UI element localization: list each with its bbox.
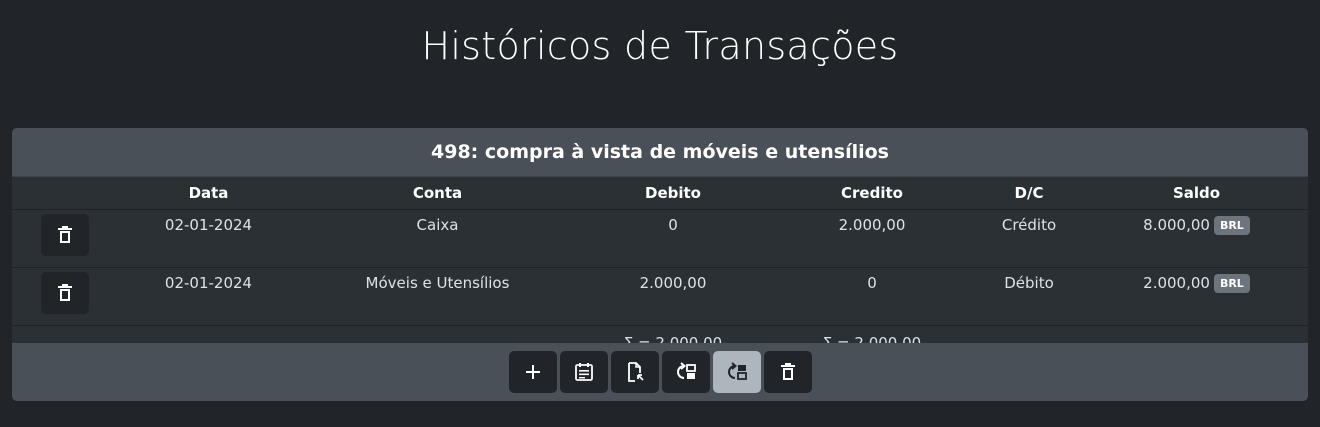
cell-conta: Caixa xyxy=(300,209,575,268)
currency-badge: BRL xyxy=(1213,216,1250,235)
export-file-button[interactable] xyxy=(610,351,659,393)
swap-left-button[interactable] xyxy=(661,351,710,393)
cell-conta: Móveis e Utensílios xyxy=(300,267,575,326)
trash-icon xyxy=(780,363,795,380)
cell-dc: Débito xyxy=(973,267,1085,326)
card-footer-toolbar xyxy=(12,343,1308,401)
card-header: 498: compra à vista de móveis e utensíli… xyxy=(12,128,1308,177)
file-export-icon xyxy=(627,362,644,382)
transactions-table: Data Conta Debito Credito D/C Saldo 02-0… xyxy=(12,177,1308,361)
cell-debito: 2.000,00 xyxy=(575,267,771,326)
trash-icon xyxy=(57,226,72,243)
cell-credito: 2.000,00 xyxy=(771,209,973,268)
plus-icon xyxy=(525,365,540,379)
delete-row-button[interactable] xyxy=(40,272,89,314)
column-header-credito: Credito xyxy=(771,177,973,210)
cell-credito: 0 xyxy=(771,267,973,326)
cell-saldo: 2.000,00 BRL xyxy=(1085,267,1308,326)
column-header-actions xyxy=(12,177,117,210)
cell-saldo: 8.000,00 BRL xyxy=(1085,209,1308,268)
transaction-card: 498: compra à vista de móveis e utensíli… xyxy=(12,128,1308,401)
swap-right-icon xyxy=(727,362,747,380)
saldo-value: 2.000,00 xyxy=(1143,274,1210,292)
column-header-debito: Debito xyxy=(575,177,771,210)
trash-icon xyxy=(57,284,72,301)
calendar-button[interactable] xyxy=(559,351,608,393)
column-header-dc: D/C xyxy=(973,177,1085,210)
cell-data: 02-01-2024 xyxy=(117,209,300,268)
table-header-row: Data Conta Debito Credito D/C Saldo xyxy=(12,177,1308,210)
currency-badge: BRL xyxy=(1213,274,1250,293)
saldo-value: 8.000,00 xyxy=(1143,216,1210,234)
table-row: 02-01-2024 Móveis e Utensílios 2.000,00 … xyxy=(12,267,1308,326)
column-header-saldo: Saldo xyxy=(1085,177,1308,210)
cell-debito: 0 xyxy=(575,209,771,268)
delete-row-button[interactable] xyxy=(40,214,89,256)
delete-transaction-button[interactable] xyxy=(763,351,812,393)
calendar-list-icon xyxy=(574,363,593,381)
cell-dc: Crédito xyxy=(973,209,1085,268)
cell-data: 02-01-2024 xyxy=(117,267,300,326)
page-title: Históricos de Transações xyxy=(421,24,899,68)
column-header-data: Data xyxy=(117,177,300,210)
column-header-conta: Conta xyxy=(300,177,575,210)
swap-right-button[interactable] xyxy=(712,351,761,393)
table-row: 02-01-2024 Caixa 0 2.000,00 Crédito 8.00… xyxy=(12,209,1308,268)
swap-left-icon xyxy=(676,362,696,379)
add-entry-button[interactable] xyxy=(508,351,557,393)
